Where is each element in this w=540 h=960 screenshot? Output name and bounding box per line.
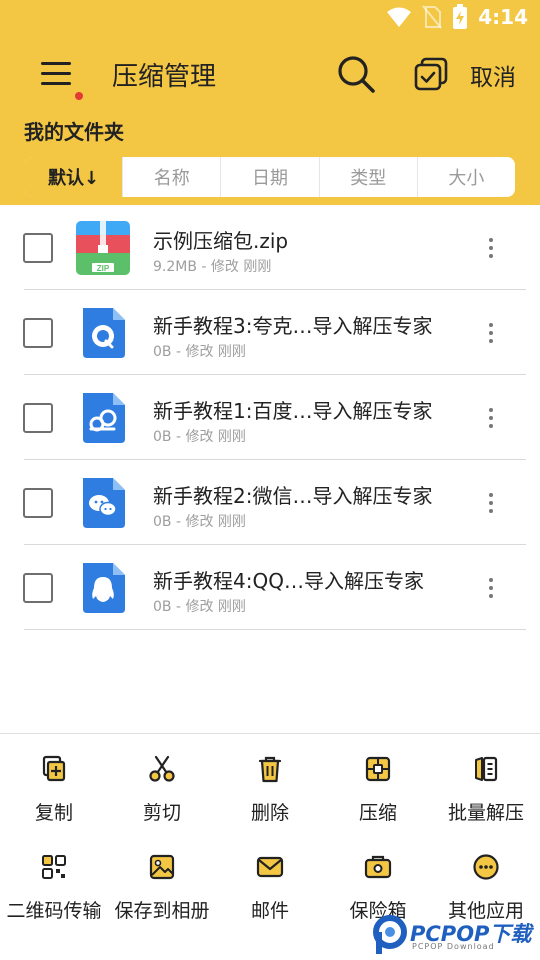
folder-title: 我的文件夹 (24, 120, 124, 144)
file-meta: 0B - 修改 刚刚 (153, 599, 246, 615)
baidu-cloud-doc-icon (83, 393, 125, 443)
sort-tab-type[interactable]: 类型 (320, 157, 418, 197)
sort-bar: 默认↓ 名称 日期 类型 大小 (23, 155, 517, 199)
mail-button[interactable]: 邮件 (216, 832, 324, 930)
search-icon (338, 56, 375, 93)
mail-icon (256, 856, 284, 878)
action-label: 剪切 (142, 802, 181, 824)
batch-extract-icon (475, 756, 498, 782)
wechat-doc-icon (83, 478, 125, 528)
sort-tab-name[interactable]: 名称 (123, 157, 222, 197)
file-name: 新手教程2:微信…导入解压专家 (153, 484, 433, 508)
more-options-button[interactable] (480, 486, 502, 520)
battery-charging-icon (453, 4, 468, 29)
file-name: 新手教程1:百度…导入解压专家 (153, 399, 433, 423)
action-label: 邮件 (250, 900, 289, 922)
compress-icon (365, 756, 391, 782)
more-options-button[interactable] (480, 401, 502, 435)
file-meta: 0B - 修改 刚刚 (153, 429, 246, 445)
action-label: 复制 (34, 802, 73, 824)
file-name: 示例压缩包.zip (153, 229, 289, 253)
status-bar: 4:14 (0, 0, 540, 36)
scissors-icon (149, 755, 175, 782)
sort-tab-date[interactable]: 日期 (221, 157, 320, 197)
cancel-button[interactable]: 取消 (470, 58, 516, 92)
more-apps-icon (473, 854, 499, 880)
row-checkbox[interactable] (23, 573, 53, 603)
copy-button[interactable]: 复制 (0, 734, 108, 832)
page-title: 压缩管理 (112, 62, 217, 92)
more-options-button[interactable] (480, 231, 502, 265)
save-to-album-button[interactable]: 保存到相册 (108, 832, 216, 930)
header: 4:14 压缩管理 取消 我的文件夹 默认↓ 名称 日期 类型 大小 (0, 0, 540, 205)
notification-dot (75, 92, 83, 100)
delete-button[interactable]: 删除 (216, 734, 324, 832)
file-name: 新手教程3:夸克…导入解压专家 (153, 314, 433, 338)
more-options-button[interactable] (480, 571, 502, 605)
list-item[interactable]: 新手教程3:夸克…导入解压专家 0B - 修改 刚刚 (0, 290, 540, 375)
hamburger-icon (41, 62, 71, 85)
qr-code-icon (42, 855, 66, 879)
file-meta: 0B - 修改 刚刚 (153, 344, 246, 360)
action-label: 批量解压 (447, 802, 524, 824)
status-time: 4:14 (478, 5, 528, 29)
select-all-icon (414, 57, 448, 91)
list-item[interactable]: ZIP 示例压缩包.zip 9.2MB - 修改 刚刚 (0, 205, 540, 290)
batch-extract-button[interactable]: 批量解压 (432, 734, 540, 832)
sort-tab-size[interactable]: 大小 (418, 157, 515, 197)
pcpop-logo-icon (373, 915, 407, 954)
list-item[interactable]: 新手教程2:微信…导入解压专家 0B - 修改 刚刚 (0, 460, 540, 545)
safe-box-icon (364, 855, 392, 879)
watermark: PCPOP下载 PCPOP Download (372, 912, 540, 958)
qr-transfer-button[interactable]: 二维码传输 (0, 832, 108, 930)
toolbar: 压缩管理 取消 (0, 44, 540, 104)
compress-button[interactable]: 压缩 (324, 734, 432, 832)
quark-doc-icon (83, 308, 125, 358)
action-label: 删除 (250, 802, 289, 824)
row-checkbox[interactable] (23, 403, 53, 433)
list-item[interactable]: 新手教程1:百度…导入解压专家 0B - 修改 刚刚 (0, 375, 540, 460)
list-item[interactable]: 新手教程4:QQ…导入解压专家 0B - 修改 刚刚 (0, 545, 540, 630)
action-label: 二维码传输 (6, 900, 102, 922)
copy-icon (42, 755, 66, 782)
file-name: 新手教程4:QQ…导入解压专家 (153, 569, 424, 593)
wifi-icon (387, 7, 412, 27)
action-label: 压缩 (358, 802, 397, 824)
file-list: ZIP 示例压缩包.zip 9.2MB - 修改 刚刚 新手教程3:夸克…导入解… (0, 205, 540, 630)
app-screen: 4:14 压缩管理 取消 我的文件夹 默认↓ 名称 日期 类型 大小 ZIP 示… (0, 0, 540, 960)
watermark-sub: PCPOP Download (412, 942, 495, 951)
select-all-button[interactable] (410, 54, 452, 96)
zip-archive-icon: ZIP (76, 221, 130, 275)
row-checkbox[interactable] (23, 233, 53, 263)
action-label: 保存到相册 (114, 900, 210, 922)
cut-button[interactable]: 剪切 (108, 734, 216, 832)
row-checkbox[interactable] (23, 488, 53, 518)
svg-text:ZIP: ZIP (97, 264, 110, 273)
file-meta: 0B - 修改 刚刚 (153, 514, 246, 530)
image-icon (149, 854, 175, 880)
no-sim-icon (422, 5, 443, 29)
file-meta: 9.2MB - 修改 刚刚 (153, 259, 272, 275)
menu-button[interactable] (34, 54, 78, 94)
row-checkbox[interactable] (23, 318, 53, 348)
qq-doc-icon (83, 563, 125, 613)
search-button[interactable] (334, 52, 378, 96)
more-options-button[interactable] (480, 316, 502, 350)
trash-icon (258, 756, 282, 783)
sort-tab-default[interactable]: 默认↓ (25, 157, 124, 197)
